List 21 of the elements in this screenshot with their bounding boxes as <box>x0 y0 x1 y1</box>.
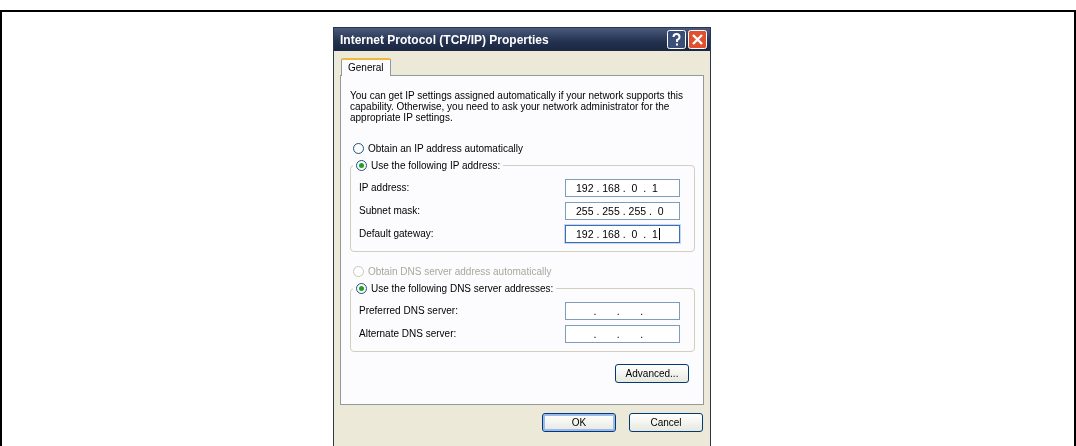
ip-address-field[interactable]: . . . <box>565 324 680 343</box>
field-label: IP address: <box>359 182 410 193</box>
radio-option[interactable]: Use the following IP address: <box>353 158 504 172</box>
description-text: You can get IP settings assigned automatically if your network supports this capability. Otherwise, you need to ask your network administrator for the appropriate IP settings. <box>350 90 684 123</box>
field-label: Default gateway: <box>359 228 434 239</box>
field-label: Preferred DNS server: <box>359 305 458 316</box>
ip-address-field[interactable]: . . . <box>565 301 680 320</box>
radio-option[interactable]: Use the following DNS server addresses: <box>353 281 557 295</box>
close-icon[interactable] <box>688 30 707 49</box>
dialog-button[interactable]: Cancel <box>629 413 703 432</box>
window-title: Internet Protocol (TCP/IP) Properties <box>340 32 550 47</box>
field-label: Subnet mask: <box>359 205 421 216</box>
tab[interactable]: General <box>341 58 391 76</box>
ip-address-field[interactable]: 192 . 168 . 0 . 1 <box>565 178 680 197</box>
field-label: Alternate DNS server: <box>359 328 457 339</box>
help-icon[interactable] <box>667 30 686 49</box>
radio-option[interactable]: Obtain an IP address automatically <box>353 141 695 155</box>
ip-address-field[interactable]: 192 . 168 . 0 . 1 <box>565 224 680 243</box>
dialog-button[interactable]: OK <box>542 413 616 432</box>
ip-address-field[interactable]: 255 . 255 . 255 . 0 <box>565 201 680 220</box>
advanced-button[interactable]: Advanced... <box>615 364 689 383</box>
